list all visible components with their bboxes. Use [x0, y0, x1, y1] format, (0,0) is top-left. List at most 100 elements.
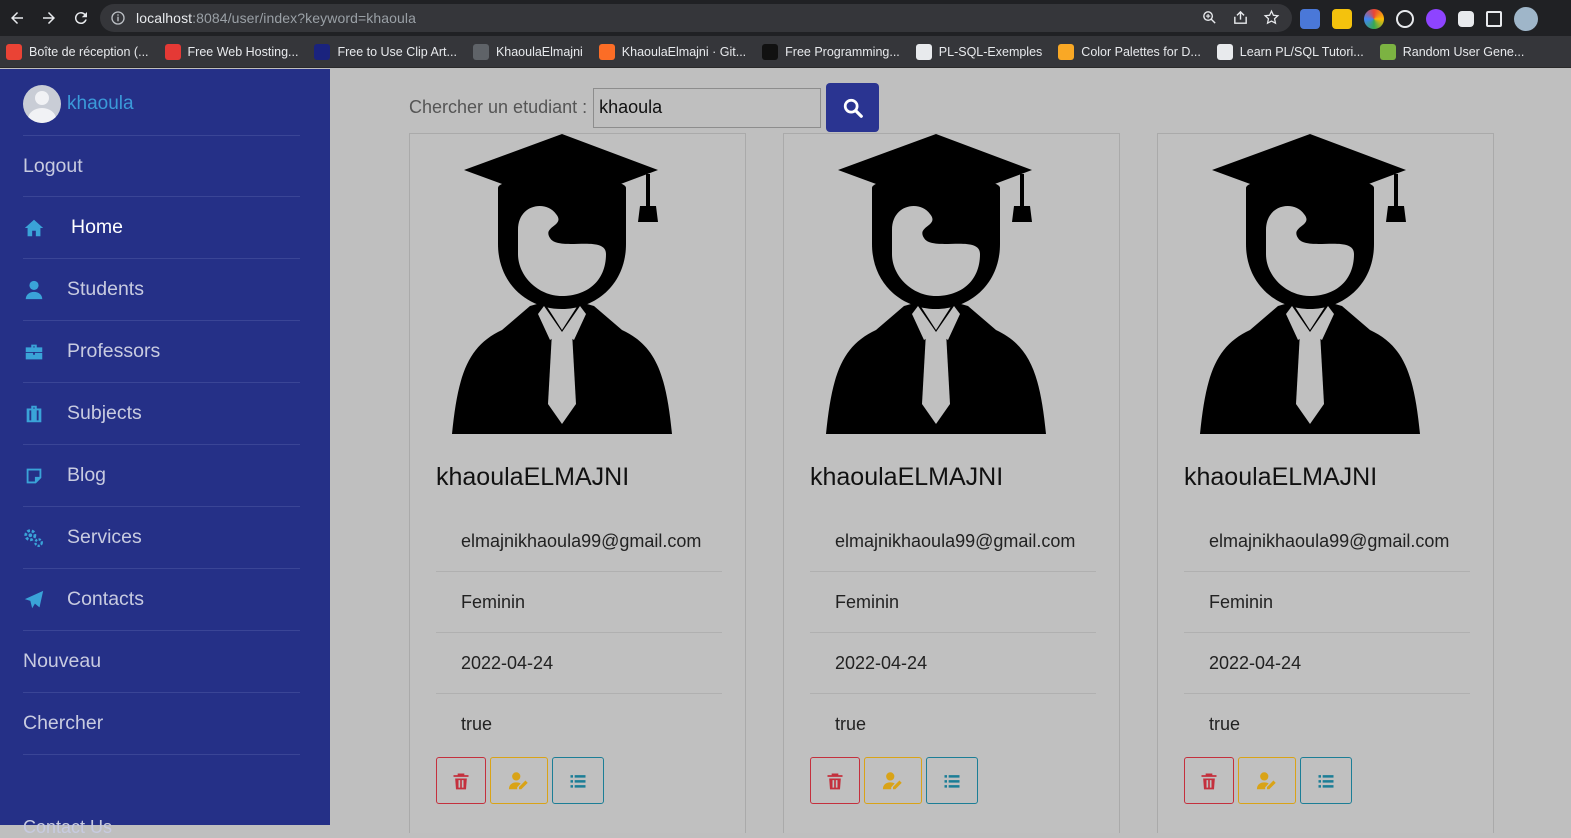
- bookmark-item[interactable]: KhaoulaElmajni · Git...: [598, 43, 747, 60]
- search-icon: [843, 98, 863, 118]
- student-gender: Feminin: [810, 572, 1096, 633]
- sidebar-footer[interactable]: Contact Us: [23, 817, 112, 838]
- student-email: elmajnikhaoula99@gmail.com: [810, 511, 1096, 572]
- bookmark-label: KhaoulaElmajni · Git...: [621, 44, 747, 59]
- bookmark-label: Free to Use Clip Art...: [337, 44, 457, 59]
- bookmark-item[interactable]: Learn PL/SQL Tutori...: [1216, 43, 1364, 60]
- student-gender: Feminin: [436, 572, 722, 633]
- user-profile[interactable]: khaoula: [23, 85, 134, 123]
- translate-extension-icon[interactable]: [1300, 9, 1320, 29]
- forward-icon[interactable]: [34, 3, 64, 33]
- bookmark-favicon-icon: [762, 43, 779, 60]
- sidebar-item-blog[interactable]: Blog: [23, 445, 300, 507]
- trash-icon: [453, 773, 469, 789]
- sidebar-item-home[interactable]: Home: [23, 197, 300, 259]
- bookmark-item[interactable]: Free Programming...: [762, 43, 900, 60]
- student-card: khaoulaELMAJNI elmajnikhaoula99@gmail.co…: [409, 133, 746, 833]
- bookmark-label: Learn PL/SQL Tutori...: [1239, 44, 1364, 59]
- sidebar: khaoula Logout Home Students Professors …: [0, 69, 330, 837]
- sidebar-item-nouveau[interactable]: Nouveau: [23, 631, 300, 693]
- details-button[interactable]: [926, 757, 978, 804]
- edit-button[interactable]: [490, 757, 548, 804]
- cogs-icon: [23, 527, 45, 549]
- user-edit-icon: [1256, 771, 1276, 789]
- student-date: 2022-04-24: [436, 633, 722, 694]
- bookmark-item[interactable]: PL-SQL-Exemples: [915, 43, 1043, 60]
- bookmark-label: KhaoulaElmajni: [495, 44, 583, 59]
- sidebar-item-subjects[interactable]: Subjects: [23, 383, 300, 445]
- bookmark-item[interactable]: KhaoulaElmajni: [472, 43, 583, 60]
- search-button[interactable]: [826, 83, 880, 132]
- delete-button[interactable]: [436, 757, 486, 804]
- details-button[interactable]: [552, 757, 604, 804]
- student-status: true: [1209, 714, 1241, 734]
- bookmark-favicon-icon: [164, 43, 181, 60]
- extensions-puzzle-icon[interactable]: [1458, 11, 1474, 27]
- url-host: localhost: [136, 10, 193, 26]
- sidebar-item-contacts[interactable]: Contacts: [23, 569, 300, 631]
- user-edit-icon: [882, 771, 902, 789]
- notes-extension-icon[interactable]: [1332, 9, 1352, 29]
- bookmark-item[interactable]: Random User Gene...: [1379, 43, 1524, 60]
- sidebar-item-label: Nouveau: [23, 650, 102, 672]
- edit-button[interactable]: [1238, 757, 1296, 804]
- zoom-icon[interactable]: [1201, 9, 1218, 26]
- student-date: 2022-04-24: [810, 633, 1096, 694]
- trash-icon: [827, 773, 843, 789]
- sidebar-item-label: Logout: [23, 154, 83, 177]
- sidebar-item-chercher[interactable]: Chercher: [23, 693, 300, 755]
- side-panel-icon[interactable]: [1486, 11, 1502, 27]
- bookmark-label: Free Programming...: [785, 44, 900, 59]
- url-path: :8084/user/index?keyword=khaoula: [192, 10, 417, 26]
- address-bar[interactable]: localhost:8084/user/index?keyword=khaoul…: [100, 4, 1292, 32]
- search-form: Chercher un etudiant :: [409, 83, 880, 132]
- bookmark-item[interactable]: Free to Use Clip Art...: [314, 43, 457, 60]
- sidebar-item-professors[interactable]: Professors: [23, 321, 300, 383]
- sidebar-item-students[interactable]: Students: [23, 259, 300, 321]
- sidebar-item-label: Services: [67, 526, 142, 548]
- student-gender: Feminin: [1184, 572, 1470, 633]
- bookmark-favicon-icon: [1379, 43, 1396, 60]
- sidebar-item-services[interactable]: Services: [23, 507, 300, 569]
- graduate-icon: [1200, 134, 1420, 434]
- note-icon: [23, 465, 45, 487]
- bookmark-item[interactable]: Color Palettes for D...: [1058, 43, 1201, 60]
- details-button[interactable]: [1300, 757, 1352, 804]
- share-icon[interactable]: [1232, 9, 1249, 26]
- student-email: elmajnikhaoula99@gmail.com: [1184, 511, 1470, 572]
- username: khaoula: [67, 93, 134, 114]
- bookmark-favicon-icon: [1058, 43, 1075, 60]
- delete-button[interactable]: [810, 757, 860, 804]
- bookmark-label: PL-SQL-Exemples: [938, 44, 1043, 59]
- profile-avatar[interactable]: [1514, 7, 1538, 31]
- star-icon[interactable]: [1263, 9, 1280, 26]
- student-name: khaoulaELMAJNI: [1184, 463, 1378, 491]
- bookmark-item[interactable]: Free Web Hosting...: [164, 43, 298, 60]
- graduate-icon: [452, 134, 672, 434]
- bookmark-favicon-icon: [6, 43, 22, 60]
- briefcase-icon: [23, 341, 45, 363]
- sidebar-item-label: Contacts: [67, 588, 144, 610]
- delete-button[interactable]: [1184, 757, 1234, 804]
- paper-plane-icon: [23, 589, 45, 611]
- home-icon: [23, 217, 45, 239]
- sidebar-item-label: Students: [67, 278, 144, 300]
- list-icon: [1318, 774, 1334, 788]
- color-extension-icon[interactable]: [1364, 9, 1384, 29]
- suitcase-icon: [23, 403, 45, 425]
- dark-mode-extension-icon[interactable]: [1426, 9, 1446, 29]
- info-icon[interactable]: [110, 10, 126, 26]
- card-actions: [810, 757, 978, 804]
- reload-icon[interactable]: [66, 3, 96, 33]
- sidebar-item-logout[interactable]: Logout: [23, 135, 300, 197]
- sidebar-item-label: Blog: [67, 464, 107, 486]
- user-edit-icon: [508, 771, 528, 789]
- edit-button[interactable]: [864, 757, 922, 804]
- search-input[interactable]: [593, 87, 822, 128]
- back-icon[interactable]: [2, 3, 32, 33]
- react-devtools-icon[interactable]: [1396, 10, 1414, 28]
- student-name: khaoulaELMAJNI: [436, 463, 630, 491]
- bookmark-item[interactable]: Boîte de réception (...: [6, 43, 149, 60]
- student-card: khaoulaELMAJNI elmajnikhaoula99@gmail.co…: [1157, 133, 1494, 833]
- student-email: elmajnikhaoula99@gmail.com: [436, 511, 722, 572]
